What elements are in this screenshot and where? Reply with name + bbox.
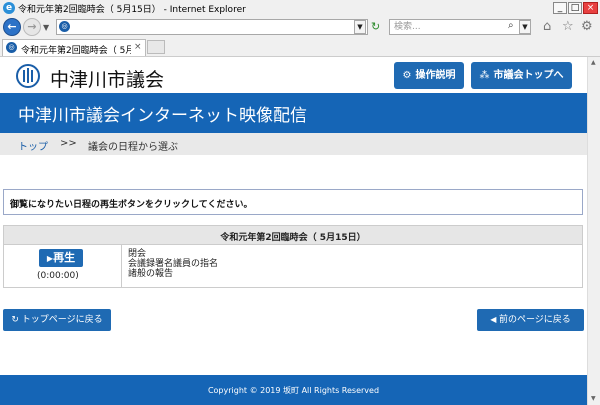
city-emblem-icon	[16, 64, 40, 88]
history-dropdown-icon[interactable]: ▼	[43, 23, 49, 32]
breadcrumb-separator: >>	[60, 138, 77, 149]
refresh-icon[interactable]: ↻	[371, 20, 380, 33]
page-footer: Copyright © 2019 坂町 All Rights Reserved	[0, 375, 587, 405]
minimize-button[interactable]: _	[553, 2, 567, 14]
tab-label: 令和元年第2回臨時会（ 5月...	[21, 46, 131, 56]
settings-gear-icon[interactable]: ⚙	[581, 20, 593, 34]
new-tab-button[interactable]	[147, 40, 165, 54]
play-button-label: 再生	[53, 251, 76, 264]
council-top-button[interactable]: ⁂ 市議会トップへ	[471, 62, 572, 89]
scroll-up-icon[interactable]: ▲	[591, 59, 596, 66]
copyright-text: Copyright © 2019 坂町 All Rights Reserved	[207, 386, 380, 395]
search-dropdown-icon[interactable]: ▼	[519, 20, 531, 34]
schedule-header: 令和元年第2回臨時会（ 5月15日）	[4, 226, 582, 245]
instruction-text: 御覧になりたい日程の再生ボタンをクリックしてください。	[10, 200, 253, 210]
search-icon[interactable]: ⌕	[508, 20, 514, 31]
site-name[interactable]: 中津川市議会	[50, 65, 164, 92]
play-button[interactable]: ▶再生	[39, 249, 83, 267]
schedule-header-text: 令和元年第2回臨時会（ 5月15日）	[220, 233, 366, 243]
agenda-item: 閉会	[128, 249, 147, 259]
ie-logo-icon: e	[3, 2, 15, 14]
breadcrumb-current: 議会の日程から選ぶ	[88, 142, 178, 153]
tab-close-icon[interactable]: ×	[134, 42, 142, 52]
back-to-top-label: トップページに戻る	[21, 315, 103, 325]
left-triangle-icon: ◀	[490, 315, 499, 324]
vertical-scrollbar[interactable]: ▲ ▼	[587, 57, 600, 405]
page-title: 中津川市議会インターネット映像配信	[18, 106, 307, 126]
tab-strip: ◎ 令和元年第2回臨時会（ 5月... ×	[0, 38, 600, 57]
address-input[interactable]: ◎	[56, 19, 368, 35]
close-window-button[interactable]: ×	[583, 2, 598, 14]
page-content: 中津川市議会 ⚙ 操作説明 ⁂ 市議会トップへ 中津川市議会インターネット映像配信 …	[0, 57, 587, 405]
prev-page-button[interactable]: ◀ 前のページに戻る	[477, 309, 584, 331]
instruction-box: 御覧になりたい日程の再生ボタンをクリックしてください。	[3, 189, 583, 215]
gear-icon: ⚙	[402, 70, 412, 81]
return-arrow-icon: ↻	[11, 315, 22, 325]
window-titlebar: e 令和元年第2回臨時会（ 5月15日） - Internet Explorer…	[0, 0, 600, 18]
help-button-label: 操作説明	[415, 70, 456, 81]
home-icon[interactable]: ⌂	[543, 20, 551, 34]
prev-page-label: 前のページに戻る	[498, 315, 571, 325]
scroll-down-icon[interactable]: ▼	[591, 395, 596, 402]
agenda-item: 会議録署名議員の指名	[128, 259, 219, 269]
org-chart-icon: ⁂	[479, 70, 490, 81]
address-dropdown-icon[interactable]: ▼	[354, 20, 366, 34]
tab-favicon-icon: ◎	[6, 42, 17, 53]
page-banner: 中津川市議会インターネット映像配信	[0, 93, 587, 133]
breadcrumb-top-link[interactable]: トップ	[18, 138, 48, 153]
back-to-top-button[interactable]: ↻ トップページに戻る	[3, 309, 111, 331]
schedule-table: 令和元年第2回臨時会（ 5月15日） ▶再生 (0:00:00) 閉会 会議録署…	[3, 225, 583, 288]
back-button[interactable]: ←	[3, 18, 21, 36]
address-toolbar: ← → ▼ ◎ ▼ ↻ 検索... ⌕ ▼ ⌂ ☆ ⚙	[0, 17, 600, 38]
agenda-item: 諸般の報告	[128, 269, 174, 279]
breadcrumb: トップ >> 議会の日程から選ぶ	[0, 133, 587, 155]
maximize-button[interactable]: □	[568, 2, 582, 14]
tab-current[interactable]: ◎ 令和元年第2回臨時会（ 5月... ×	[2, 39, 146, 56]
forward-button[interactable]: →	[23, 18, 41, 36]
play-cell: ▶再生 (0:00:00)	[4, 244, 122, 287]
favorites-star-icon[interactable]: ☆	[562, 20, 574, 34]
site-favicon-icon: ◎	[59, 21, 70, 32]
help-button[interactable]: ⚙ 操作説明	[394, 62, 464, 89]
window-title: 令和元年第2回臨時会（ 5月15日） - Internet Explorer	[18, 5, 246, 15]
council-top-button-label: 市議会トップへ	[493, 70, 564, 81]
play-duration: (0:00:00)	[37, 271, 79, 281]
